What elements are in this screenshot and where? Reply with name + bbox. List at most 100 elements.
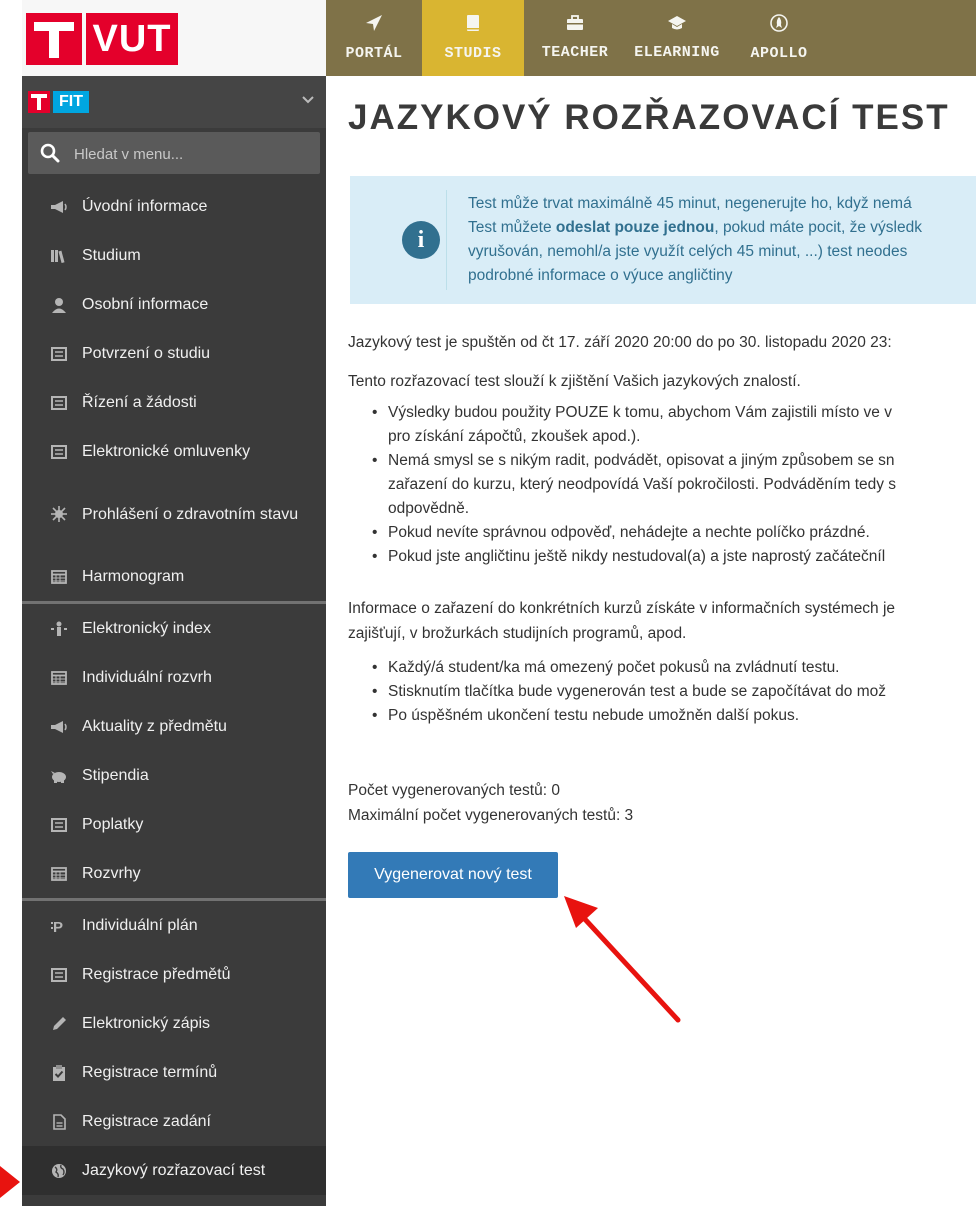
book-icon — [465, 14, 481, 37]
tab-label: PORTÁL — [345, 45, 403, 62]
info-line: Test můžete odeslat pouze jednou, pokud … — [468, 216, 976, 240]
sidebar-item-registrace-terminu[interactable]: Registrace termínů — [22, 1048, 326, 1097]
vut-logo[interactable]: VUT — [26, 13, 178, 65]
info-line: vyrušován, nemohl/a jste využít celých 4… — [468, 243, 908, 260]
sidebar-item-elektronicke-omluvenky[interactable]: Elektronické omluvenky — [22, 427, 326, 476]
index-icon — [44, 621, 74, 637]
sidebar-item-label: Stipendia — [82, 767, 149, 784]
sidebar-item-rozvrhy[interactable]: Rozvrhy — [22, 849, 326, 898]
info-text-part: Test můžete — [468, 219, 556, 236]
megaphone-icon — [44, 200, 74, 214]
info-divider — [446, 190, 447, 290]
logo-bar: VUT — [22, 0, 326, 76]
list-item-continuation: zařazení do kurzu, který neodpovídá Vaší… — [388, 476, 897, 493]
faculty-selector[interactable]: FIT — [22, 76, 326, 128]
calendar-icon — [44, 670, 74, 685]
sidebar-item-elektronicky-zapis[interactable]: Elektronický zápis — [22, 999, 326, 1048]
info-icon: i — [402, 221, 440, 259]
sidebar-item-label: Studium — [82, 247, 141, 264]
annotation-arrow-left — [0, 1166, 20, 1198]
calendar-icon — [44, 569, 74, 584]
globe-icon — [44, 1163, 74, 1179]
sidebar-item-elektronicky-index[interactable]: Elektronický index — [22, 604, 326, 653]
info-bold-text: odeslat pouze jednou — [555, 219, 715, 236]
rocket-icon — [770, 14, 788, 37]
info-line: Test může trvat maximálně 45 minut, nege… — [468, 195, 912, 212]
document-icon — [44, 444, 74, 459]
sidebar-item-individualni-rozvrh[interactable]: Individuální rozvrh — [22, 653, 326, 702]
generate-test-button[interactable]: Vygenerovat nový test — [348, 852, 558, 898]
menu-search — [28, 132, 320, 174]
list-item: Každý/á student/ka má omezený počet poku… — [372, 656, 886, 680]
annotation-arrow — [564, 896, 681, 1023]
tab-teacher[interactable]: TEACHER — [524, 0, 626, 76]
clipboard-check-icon — [44, 1064, 74, 1081]
list-item: Po úspěšném ukončení testu nebude umožně… — [372, 704, 886, 728]
sidebar-item-label: Poplatky — [82, 816, 144, 833]
sidebar-item-rizeni-a-zadosti[interactable]: Řízení a žádosti — [22, 378, 326, 427]
sidebar-item-osobni-informace[interactable]: Osobní informace — [22, 280, 326, 329]
sidebar-item-registrace-zadani[interactable]: Registrace zadání — [22, 1097, 326, 1146]
paper-plane-icon — [365, 14, 383, 37]
list-item: Pokud jste angličtinu ještě nikdy nestud… — [372, 545, 896, 569]
attempts-list: Každý/á student/ka má omezený počet poku… — [372, 656, 886, 728]
virus-icon — [44, 506, 74, 522]
list-item: Výsledky budou použity POUZE k tomu, aby… — [372, 401, 896, 425]
briefcase-icon — [566, 15, 584, 36]
courses-info-text-1: Informace o zařazení do konkrétních kurz… — [348, 600, 896, 617]
list-item: Nemá smysl se s nikým radit, podvádět, o… — [372, 449, 896, 473]
sidebar-item-label: Registrace termínů — [82, 1064, 218, 1081]
books-icon — [44, 249, 74, 263]
tab-label: TEACHER — [541, 44, 609, 61]
list-item: Stisknutím tlačítka bude vygenerován tes… — [372, 680, 886, 704]
tab-portal[interactable]: PORTÁL — [326, 0, 422, 76]
rules-list: Výsledky budou použity POUZE k tomu, aby… — [372, 401, 896, 569]
sidebar-item-prohlaseni-o-zdravotnim-stavu[interactable]: Prohlášení o zdravotním stavu — [22, 476, 326, 552]
sidebar-item-registrace-predmetu[interactable]: Registrace předmětů — [22, 950, 326, 999]
sidebar-item-label: Rozvrhy — [82, 865, 141, 882]
info-text: Test může trvat maximálně 45 minut, nege… — [468, 192, 976, 288]
list-item-continuation: pro získání zápočtů, zkoušek apod.). — [388, 428, 641, 445]
tab-apollo[interactable]: APOLLO — [728, 0, 830, 76]
sidebar-item-label: Jazykový rozřazovací test — [82, 1162, 266, 1179]
megaphone-icon — [44, 720, 74, 734]
search-icon — [40, 143, 60, 163]
tab-label: STUDIS — [444, 45, 502, 62]
sidebar: VUT FIT Úvodní informace Studium Osobní … — [22, 0, 326, 1206]
sidebar-item-label: Registrace zadání — [82, 1113, 211, 1130]
sidebar-item-label: Registrace předmětů — [82, 966, 231, 983]
search-input[interactable] — [72, 138, 312, 170]
generated-count: Počet vygenerovaných testů: 0 — [348, 782, 560, 799]
test-availability-text: Jazykový test je spuštěn od čt 17. září … — [348, 334, 892, 351]
sidebar-item-poplatky[interactable]: Poplatky — [22, 800, 326, 849]
tab-elearning[interactable]: ELEARNING — [626, 0, 728, 76]
list-item: Pokud nevíte správnou odpověď, nehádejte… — [372, 521, 896, 545]
sidebar-item-uvodni-informace[interactable]: Úvodní informace — [22, 182, 326, 231]
sidebar-item-potvrzeni-o-studiu[interactable]: Potvrzení o studiu — [22, 329, 326, 378]
document-icon — [44, 395, 74, 410]
page-title: JAZYKOVÝ ROZŘAZOVACÍ TEST — [348, 98, 950, 137]
vut-logo-text: VUT — [86, 13, 178, 65]
vut-t-mark — [26, 13, 82, 65]
sidebar-item-label: Osobní informace — [82, 296, 209, 313]
sidebar-item-label: Harmonogram — [82, 568, 185, 585]
tab-label: APOLLO — [750, 45, 808, 62]
sidebar-item-label: Elektronické omluvenky — [82, 443, 251, 460]
fit-t-mark — [28, 91, 50, 113]
sidebar-item-aktuality-z-predmetu[interactable]: Aktuality z předmětu — [22, 702, 326, 751]
pencil-icon — [44, 1016, 74, 1032]
sidebar-item-jazykovy-rozrazovaci-test[interactable]: Jazykový rozřazovací test — [22, 1146, 326, 1195]
document-icon — [44, 967, 74, 982]
fit-logo: FIT — [28, 91, 89, 113]
sidebar-item-stipendia[interactable]: Stipendia — [22, 751, 326, 800]
document-icon — [44, 346, 74, 361]
tab-studis[interactable]: STUDIS — [422, 0, 524, 76]
sidebar-item-harmonogram[interactable]: Harmonogram — [22, 552, 326, 601]
sidebar-item-individualni-plan[interactable]: P Individuální plán — [22, 901, 326, 950]
sidebar-item-studium[interactable]: Studium — [22, 231, 326, 280]
document-icon — [44, 817, 74, 832]
chevron-down-icon[interactable] — [302, 92, 314, 108]
english-info-link[interactable]: podrobné informace o výuce angličtiny — [468, 264, 976, 288]
piggy-bank-icon — [44, 769, 74, 783]
info-text-part: , pokud máte pocit, že výsledk — [714, 219, 922, 236]
